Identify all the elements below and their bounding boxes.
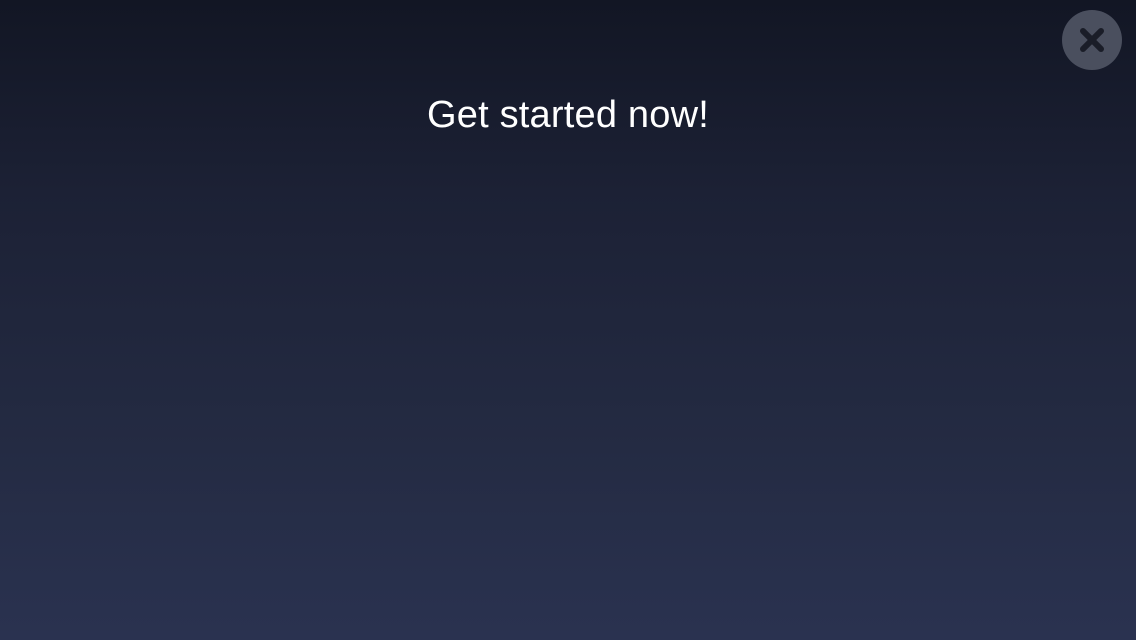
onboarding-screen: Get started now! (0, 0, 1136, 640)
close-icon (1077, 25, 1107, 55)
close-button[interactable] (1062, 10, 1122, 70)
page-title: Get started now! (426, 94, 709, 136)
